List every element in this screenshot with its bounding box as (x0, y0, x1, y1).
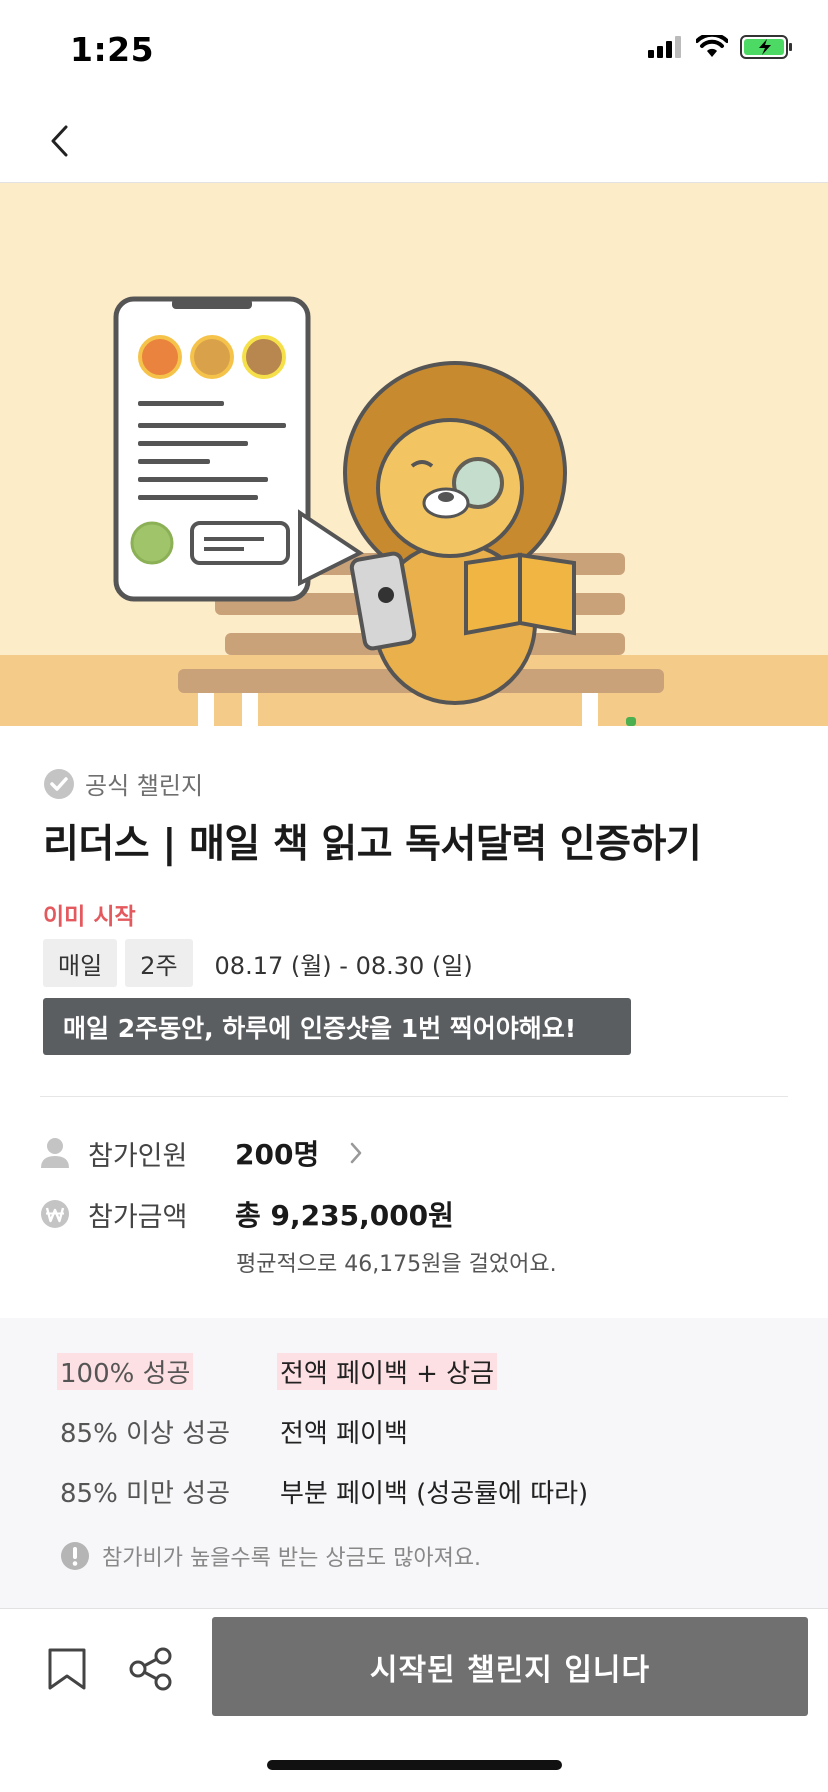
alert-icon (61, 1542, 89, 1570)
challenge-started-button[interactable]: 시작된 챌린지 입니다 (212, 1617, 808, 1716)
reward-condition: 85% 미만 성공 (60, 1479, 230, 1509)
reward-result: 부분 페이백 (성공률에 따라) (280, 1479, 589, 1509)
official-badge-label: 공식 챌린지 (85, 772, 204, 800)
reward-result: 전액 페이백 + 상금 (277, 1353, 498, 1390)
instruction-banner: 매일 2주동안, 하루에 인증샷을 1번 찍어야해요! (43, 998, 631, 1055)
person-icon (41, 1138, 69, 1168)
reward-condition: 85% 이상 성공 (60, 1419, 230, 1449)
participants-row[interactable]: 참가인원 200명 (40, 1133, 363, 1173)
bookmark-button[interactable] (42, 1639, 92, 1699)
status-bar: 1:25 (0, 0, 828, 100)
back-arrow-icon (51, 125, 68, 157)
schedule-chips: 매일 2주 08.17 (월) - 08.30 (일) (43, 939, 473, 987)
duration-chip: 2주 (125, 939, 193, 987)
participants-value: 200명 (235, 1138, 320, 1171)
home-indicator (267, 1760, 562, 1770)
back-button[interactable] (36, 118, 82, 164)
share-icon (129, 1647, 172, 1691)
official-challenge-badge: 공식 챌린지 (43, 766, 203, 801)
amount-average: 평균적으로 46,175원을 걸었어요. (236, 1252, 557, 1277)
date-range: 08.17 (월) - 08.30 (일) (214, 951, 473, 980)
divider (40, 1096, 788, 1097)
reward-condition: 100% 성공 (57, 1353, 194, 1390)
reward-note: 참가비가 높을수록 받는 상금도 많아져요. (60, 1540, 481, 1572)
page-title: 리더스 | 매일 책 읽고 독서달력 인증하기 (43, 822, 702, 867)
reward-result: 전액 페이백 (280, 1419, 408, 1449)
wifi-icon (696, 35, 728, 57)
chevron-right-icon (350, 1142, 362, 1164)
hero-illustration (0, 183, 828, 726)
status-icons (648, 34, 794, 60)
verified-check-icon (44, 768, 74, 799)
nav-bar (0, 100, 828, 183)
reward-row: 100% 성공 전액 페이백 + 상금 (57, 1353, 498, 1390)
signal-icon (648, 36, 681, 58)
participants-label: 참가인원 (88, 1140, 188, 1172)
share-button[interactable] (124, 1639, 178, 1699)
frequency-chip: 매일 (43, 939, 118, 987)
amount-label: 참가금액 (88, 1201, 188, 1233)
amount-row: 참가금액 총 9,235,000원 (40, 1194, 454, 1234)
reward-row: 85% 이상 성공 전액 페이백 (60, 1413, 408, 1450)
lion-reading-illustration (0, 183, 828, 726)
status-time: 1:25 (70, 30, 155, 69)
amount-value: 총 9,235,000원 (235, 1199, 454, 1232)
reward-row: 85% 미만 성공 부분 페이백 (성공률에 따라) (60, 1473, 588, 1510)
battery-icon (740, 35, 792, 59)
status-badge: 이미 시작 (43, 904, 136, 930)
won-icon (41, 1200, 69, 1228)
bookmark-icon (48, 1648, 86, 1690)
reward-note-text: 참가비가 높을수록 받는 상금도 많아져요. (102, 1546, 482, 1571)
